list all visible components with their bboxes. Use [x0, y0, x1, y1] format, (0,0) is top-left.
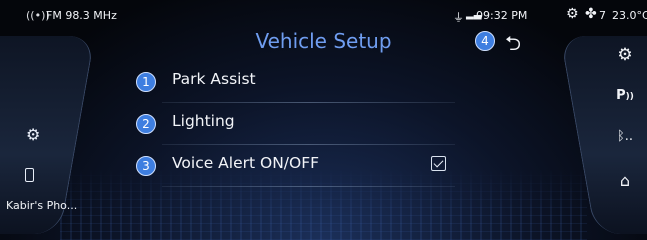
back-arrow-icon[interactable]: ⮌: [505, 29, 521, 63]
phone-icon[interactable]: [25, 168, 34, 182]
settings-icon[interactable]: ⚙: [26, 125, 40, 144]
step-marker-4: 4: [475, 31, 495, 51]
status-bar: ((•)) FM 98.3 MHz ⏚ ▂▃ 09:32 PM ⚙ ✤ 7 23…: [0, 0, 647, 30]
step-marker-3: 3: [136, 156, 156, 176]
menu-item-label: Voice Alert ON/OFF: [172, 154, 320, 172]
infotainment-screen: ((•)) FM 98.3 MHz ⏚ ▂▃ 09:32 PM ⚙ ✤ 7 23…: [0, 0, 647, 240]
fan-speed: 7: [599, 9, 606, 22]
radio-station: FM 98.3 MHz: [46, 9, 117, 22]
menu-item-voice-alert[interactable]: 3 Voice Alert ON/OFF: [130, 145, 455, 187]
menu-item-lighting[interactable]: 2 Lighting: [130, 103, 455, 145]
fan-icon[interactable]: ✤: [585, 6, 597, 22]
step-marker-2: 2: [136, 114, 156, 134]
step-marker-1: 1: [136, 72, 156, 92]
phone-name[interactable]: Kabir's Pho...: [6, 199, 77, 212]
usb-icon: ⏚: [453, 11, 464, 24]
menu-item-label: Park Assist: [172, 70, 256, 88]
menu-item-label: Lighting: [172, 112, 235, 130]
settings-status-icon[interactable]: ⚙: [566, 6, 579, 22]
divider: [162, 186, 455, 187]
temperature: 23.0°C: [612, 9, 647, 22]
bluetooth-icon[interactable]: ᛒ..: [614, 129, 636, 144]
clock-time: 09:32 PM: [476, 9, 528, 22]
menu-item-park-assist[interactable]: 1 Park Assist: [130, 61, 455, 103]
home-icon[interactable]: ⌂: [614, 171, 636, 190]
page-title: Vehicle Setup: [255, 29, 392, 53]
park-assist-icon[interactable]: P)): [614, 88, 636, 103]
voice-alert-checkbox[interactable]: [431, 156, 446, 171]
